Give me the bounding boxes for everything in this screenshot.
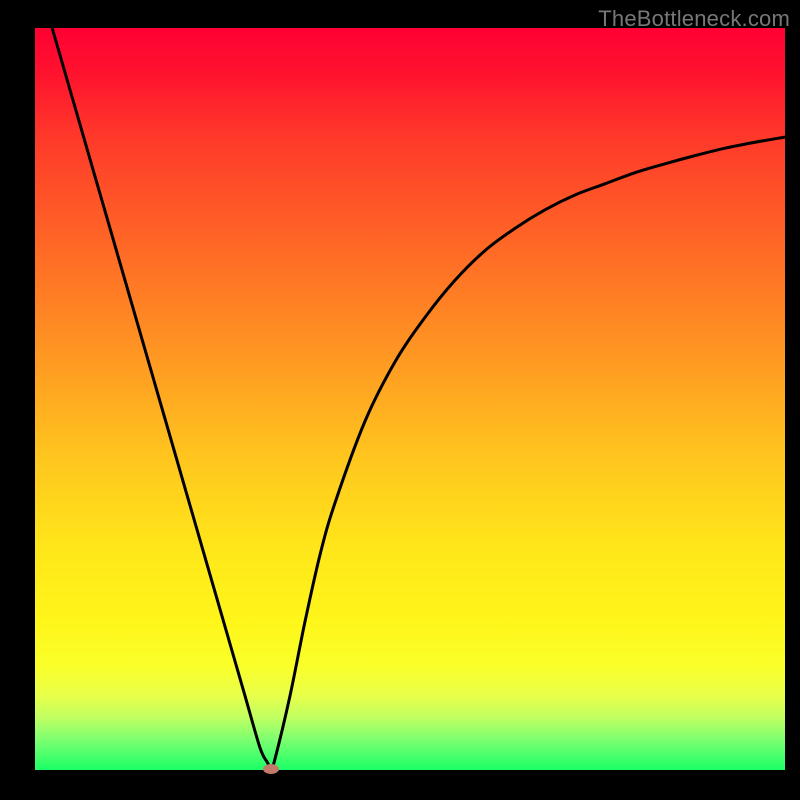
optimum-marker	[263, 764, 279, 774]
watermark-text: TheBottleneck.com	[598, 6, 790, 32]
plot-area	[35, 28, 785, 770]
bottleneck-curve	[35, 28, 785, 770]
chart-frame: TheBottleneck.com	[0, 0, 800, 800]
